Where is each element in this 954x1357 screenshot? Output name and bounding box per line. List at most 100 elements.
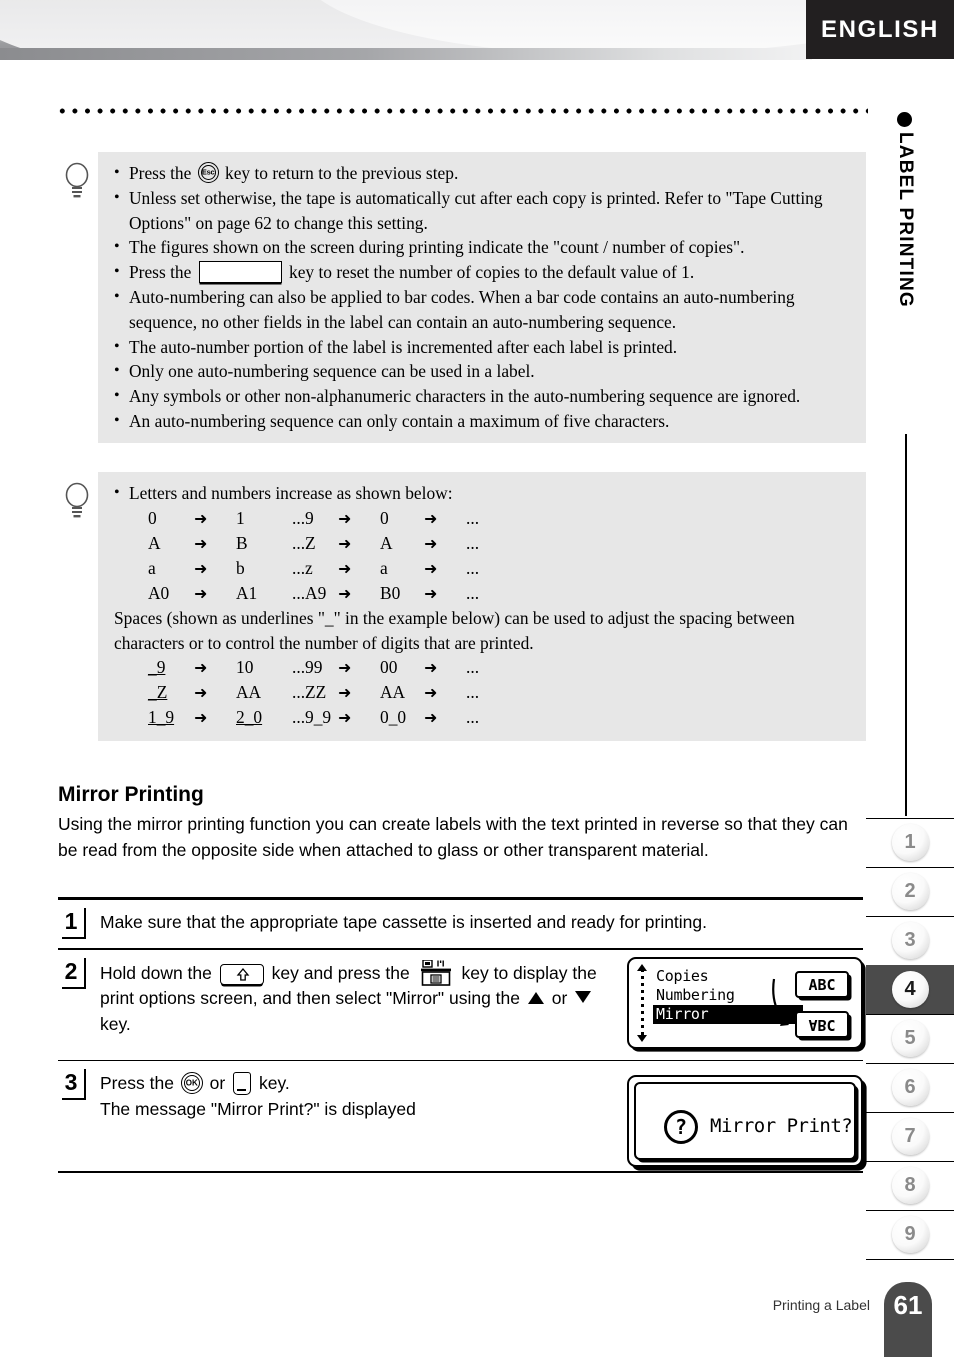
- sidebar-tab-5[interactable]: 5: [866, 1014, 954, 1063]
- tab-circle: 9: [891, 1216, 929, 1253]
- sidebar-tab-4[interactable]: 4: [866, 965, 954, 1014]
- seq-start: _9: [148, 657, 166, 678]
- arrow-icon: ➜: [424, 558, 438, 578]
- scroll-down-icon: [637, 1035, 647, 1042]
- arrow-icon: ➜: [194, 583, 208, 603]
- tab-divider: [866, 916, 954, 917]
- down-arrow-key-icon: [575, 991, 592, 1004]
- lightbulb-icon: [65, 482, 89, 518]
- tab-divider: [866, 1161, 954, 1162]
- page-number-badge: 61: [884, 1282, 932, 1357]
- manual-page: ENGLISH LABEL PRINTING Press the Esc key…: [0, 0, 954, 1357]
- step2-text-2: key and press the: [266, 962, 415, 983]
- arrow-icon: ➜: [338, 583, 352, 603]
- chip-mirror-label: ABC: [808, 1015, 836, 1034]
- arrow-icon: ➜: [194, 658, 208, 678]
- arrow-icon: ➜: [424, 683, 438, 703]
- step-number-value: 1: [61, 908, 87, 939]
- seq-next: B: [236, 532, 248, 553]
- tip-bullet-list-1: Press the Esc key to return to the previ…: [112, 161, 852, 434]
- step-1: 1 Make sure that the appropriate tape ca…: [58, 900, 863, 948]
- language-tab-label: ENGLISH: [821, 15, 939, 43]
- seq-next: AA: [236, 682, 262, 703]
- question-mark-icon: ?: [664, 1110, 698, 1144]
- lcd-confirm-message: Mirror Print?: [710, 1115, 853, 1137]
- step3-text-3: key.: [254, 1073, 290, 1094]
- sidebar-tab-2[interactable]: 2: [866, 867, 954, 916]
- sidebar-tab-7[interactable]: 7: [866, 1112, 954, 1161]
- sequence-row: _Z ➜ AA ...ZZ ➜ AA ➜ ...: [112, 680, 852, 705]
- header-banner: [0, 0, 812, 60]
- sidebar-tab-3[interactable]: 3: [866, 916, 954, 965]
- arrow-icon: ➜: [194, 533, 208, 553]
- scrollbar-track: [641, 969, 644, 1039]
- step3-text-2: or: [204, 1073, 231, 1094]
- seq-start: a: [148, 557, 156, 578]
- seq-ellipsis: ...: [466, 582, 480, 603]
- banner-baseline: [0, 48, 812, 60]
- arrow-icon: ➜: [338, 708, 352, 728]
- bullet-text: The auto-number portion of the label is …: [129, 336, 678, 357]
- seq-wrap: AA: [380, 682, 406, 703]
- step2-text-4: or: [546, 988, 573, 1009]
- list-item: Any symbols or other non-alphanumeric ch…: [112, 384, 852, 409]
- seq-start: A: [148, 532, 161, 553]
- tab-divider: [866, 1063, 954, 1064]
- step-text: Make sure that the appropriate tape cass…: [100, 912, 708, 932]
- step-number-value: 2: [61, 957, 87, 989]
- arrow-icon: ➜: [194, 683, 208, 703]
- rail-bullet-icon: [897, 112, 912, 127]
- list-item: Press the key to reset the number of cop…: [112, 260, 852, 285]
- language-tab: ENGLISH: [806, 0, 954, 59]
- tab-divider: [866, 1210, 954, 1211]
- sequence-row: A ➜ B ...Z ➜ A ➜ ...: [112, 531, 852, 556]
- seq-ellipsis: ...: [466, 657, 480, 678]
- tab-circle: 1: [891, 824, 929, 861]
- step2-text-1: Hold down the: [100, 962, 217, 983]
- tip-bullet-list-2: Letters and numbers increase as shown be…: [112, 481, 852, 506]
- bullet-text: The figures shown on the screen during p…: [129, 237, 745, 258]
- lcd-normal-text-chip: ABC: [795, 971, 849, 998]
- tab-circle: 7: [891, 1118, 929, 1155]
- arrow-icon: ➜: [338, 683, 352, 703]
- tab-circle: 6: [891, 1069, 929, 1106]
- tab-circle: 3: [891, 922, 929, 959]
- section-body: Using the mirror printing function you c…: [58, 814, 848, 860]
- sidebar-tab-6[interactable]: 6: [866, 1063, 954, 1112]
- seq-wrap: 0_0: [380, 707, 407, 728]
- steps-bottom-rule: [58, 1171, 863, 1173]
- seq-mid: ...A9: [292, 582, 327, 603]
- seq-ellipsis: ...: [466, 707, 480, 728]
- bullet-text: An auto-numbering sequence can only cont…: [129, 410, 670, 431]
- arrow-icon: ➜: [194, 708, 208, 728]
- seq-mid: ...Z: [292, 532, 316, 553]
- seq-next: 1: [236, 507, 245, 528]
- sequence-row: 0 ➜ 1 ...9 ➜ 0 ➜ ...: [112, 506, 852, 531]
- step-text: Hold down the key and press the key to d…: [100, 958, 605, 1038]
- step-number: 1: [58, 908, 100, 939]
- sidebar-tab-8[interactable]: 8: [866, 1161, 954, 1210]
- seq-wrap: 0: [380, 507, 389, 528]
- seq-start: 0: [148, 507, 157, 528]
- seq-ellipsis: ...: [466, 557, 480, 578]
- seq-next: 2_0: [236, 707, 263, 728]
- arrow-icon: ➜: [338, 558, 352, 578]
- lcd-confirm-inner: ? Mirror Print?: [634, 1082, 856, 1160]
- tab-circle: 5: [891, 1020, 929, 1057]
- lightbulb-icon: [65, 162, 89, 198]
- seq-start: A0: [148, 582, 170, 603]
- ok-key-icon: OK: [180, 1072, 203, 1095]
- arrow-icon: ➜: [424, 508, 438, 528]
- list-item: The auto-number portion of the label is …: [112, 335, 852, 360]
- seq-start: _Z: [148, 682, 168, 703]
- bullet-text: Auto-numbering can also be applied to ba…: [129, 286, 795, 332]
- tab-divider: [866, 1014, 954, 1015]
- bullet-text-tail: key to return to the previous step.: [220, 163, 459, 183]
- sidebar-tab-9[interactable]: 9: [866, 1210, 954, 1259]
- list-item: Auto-numbering can also be applied to ba…: [112, 285, 852, 335]
- sidebar-tab-1[interactable]: 1: [866, 818, 954, 867]
- seq-next: b: [236, 557, 245, 578]
- seq-wrap: B0: [380, 582, 401, 603]
- step-number: 2: [58, 957, 100, 989]
- section-title: Mirror Printing: [58, 783, 204, 806]
